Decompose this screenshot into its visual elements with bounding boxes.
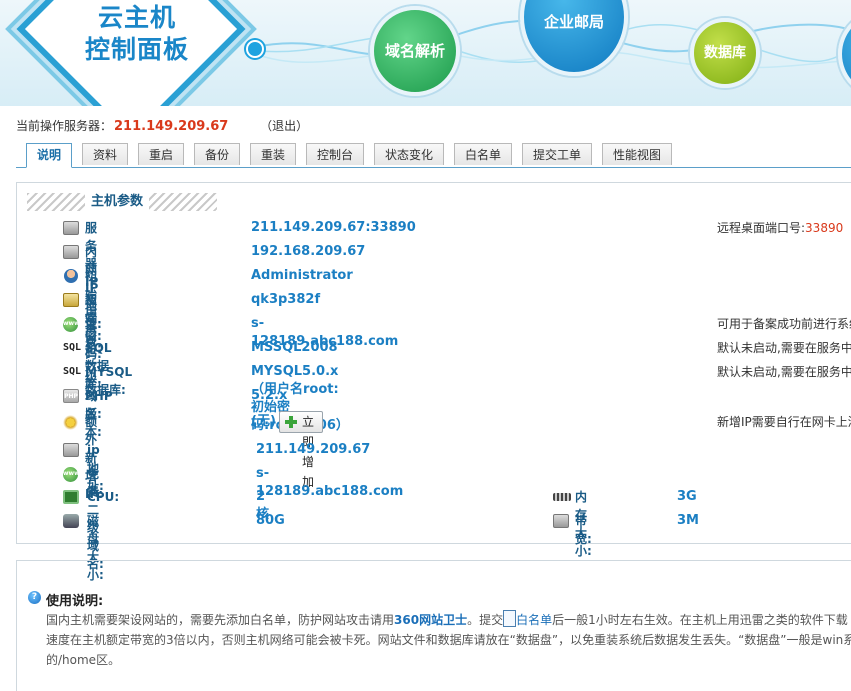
user-icon [64,269,78,283]
logo-text: 云主机 控制面板 [82,2,192,66]
tab-whitelist[interactable]: 白名单 [454,143,512,165]
host-parameters-panel: 主机参数 服务器IP及端口: 211.149.209.67:33890 远程桌面… [16,182,851,582]
note-remote-port-label: 远程桌面端口号: [717,221,806,235]
current-server-label: 当前操作服务器： [16,119,113,133]
note-free-domain: 可用于备案成功前进行系统 [717,317,851,331]
tab-console[interactable]: 控制台 [306,143,364,165]
nav-enterprise-mail-label: 企业邮局 [543,13,604,31]
php-icon: PHP [63,389,79,403]
panel-title-bar: 主机参数 [27,193,217,211]
value-server-ip: 211.149.209.67:33890 [251,220,416,235]
sql-icon: SQL [62,342,82,353]
server-icon [63,221,79,235]
value-ip-address: 211.149.209.67 [256,442,371,457]
usage-text: 国内主机需要架设网站的，需要先添加白名单，防护网站攻击请用360网站卫士。提交白… [46,610,851,670]
bandwidth-icon [553,514,569,528]
www-globe-icon: www [63,467,80,482]
nav-database[interactable]: 数据库 [690,18,760,88]
value-php-version: 5.2.x [251,388,288,403]
value-free-domain-2: s-128189.abc188.com [256,466,404,499]
logo-line-1: 云主机 [97,3,176,32]
value-memory: 3G [677,489,697,504]
value-disk: 80G [256,513,285,528]
password-icon [63,293,79,307]
link-360-guard[interactable]: 360网站卫士 [394,613,467,627]
usage-line-1-e: 后一般1小时左右生效。在主机上用迅雷之类的软件下载 [552,613,848,627]
tab-submit-ticket[interactable]: 提交工单 [522,143,592,165]
value-extra-ip: (无) [251,414,276,429]
www-globe-icon: www [63,317,80,332]
value-initial-user: Administrator [251,268,353,283]
tab-bar: 说明 资料 重启 备份 重装 控制台 状态变化 白名单 提交工单 性能视图 [16,143,851,168]
cpu-icon [63,490,79,504]
add-ip-button[interactable]: 立即增加 [279,411,324,489]
usage-line-3: 的/home区。 [46,653,121,667]
note-sql-database: 默认未启动,需要在服务中 [717,341,851,355]
logo-line-2: 控制面板 [84,35,189,64]
memory-icon [553,493,571,501]
document-icon [503,610,517,627]
link-whitelist[interactable]: 白名单 [516,613,552,627]
help-question-icon: ? [28,591,41,604]
value-sql-database: MSSQL2008 [251,340,338,355]
note-remote-port-value: 33890 [805,221,844,235]
banner-pin-dot [246,40,264,58]
usage-title: 使用说明: [46,594,104,609]
nav-domain-resolution[interactable]: 域名解析 [370,6,460,96]
note-mysql-database: 默认未启动,需要在服务中 [717,365,851,379]
extra-ip-icon [63,415,78,430]
note-remote-port: 远程桌面端口号:33890 [717,219,843,237]
value-bandwidth: 3M [677,513,699,528]
tab-backup[interactable]: 备份 [194,143,240,165]
logout-link[interactable]: （退出） [260,119,308,133]
plus-icon [284,415,298,429]
disk-icon [63,514,79,528]
label-bandwidth: 带宽: [575,514,592,546]
note-extra-ip: 新增IP需要自行在网卡上添 [717,415,851,429]
usage-line-2: 速度在主机额定带宽的3倍以内，否则主机网络可能会被卡死。网站文件和数据库请放在“… [46,633,851,647]
top-banner: 云主机 控制面板 域名解析 企业邮局 数据库 [0,0,851,106]
usage-line-1: 国内主机需要架设网站的，需要先添加白名单，防护网站攻击请用360网站卫士。提交白… [46,610,851,630]
label-cpu: CPU: [87,490,120,504]
usage-line-1-a: 国内主机需要架设网站的，需要先添加白名单，防护网站攻击请用 [46,613,395,627]
server-icon [63,245,79,259]
value-lan-ip: 192.168.209.67 [251,244,366,259]
usage-line-1-c: 。提交 [467,613,504,627]
tab-profile[interactable]: 资料 [82,143,128,165]
tab-description[interactable]: 说明 [26,143,72,168]
current-server-ip: 211.149.209.67 [114,119,229,134]
tab-restart[interactable]: 重启 [138,143,184,165]
server-icon [63,443,79,457]
tab-reinstall[interactable]: 重装 [250,143,296,165]
panel-title: 主机参数 [85,193,150,211]
mysql-icon: SQL [62,366,82,377]
value-initial-password: qk3p382f [251,292,321,307]
current-server-line: 当前操作服务器： 211.149.209.67 （退出） [16,117,308,134]
tab-performance-view[interactable]: 性能视图 [602,143,672,165]
tab-status-change[interactable]: 状态变化 [374,143,444,165]
